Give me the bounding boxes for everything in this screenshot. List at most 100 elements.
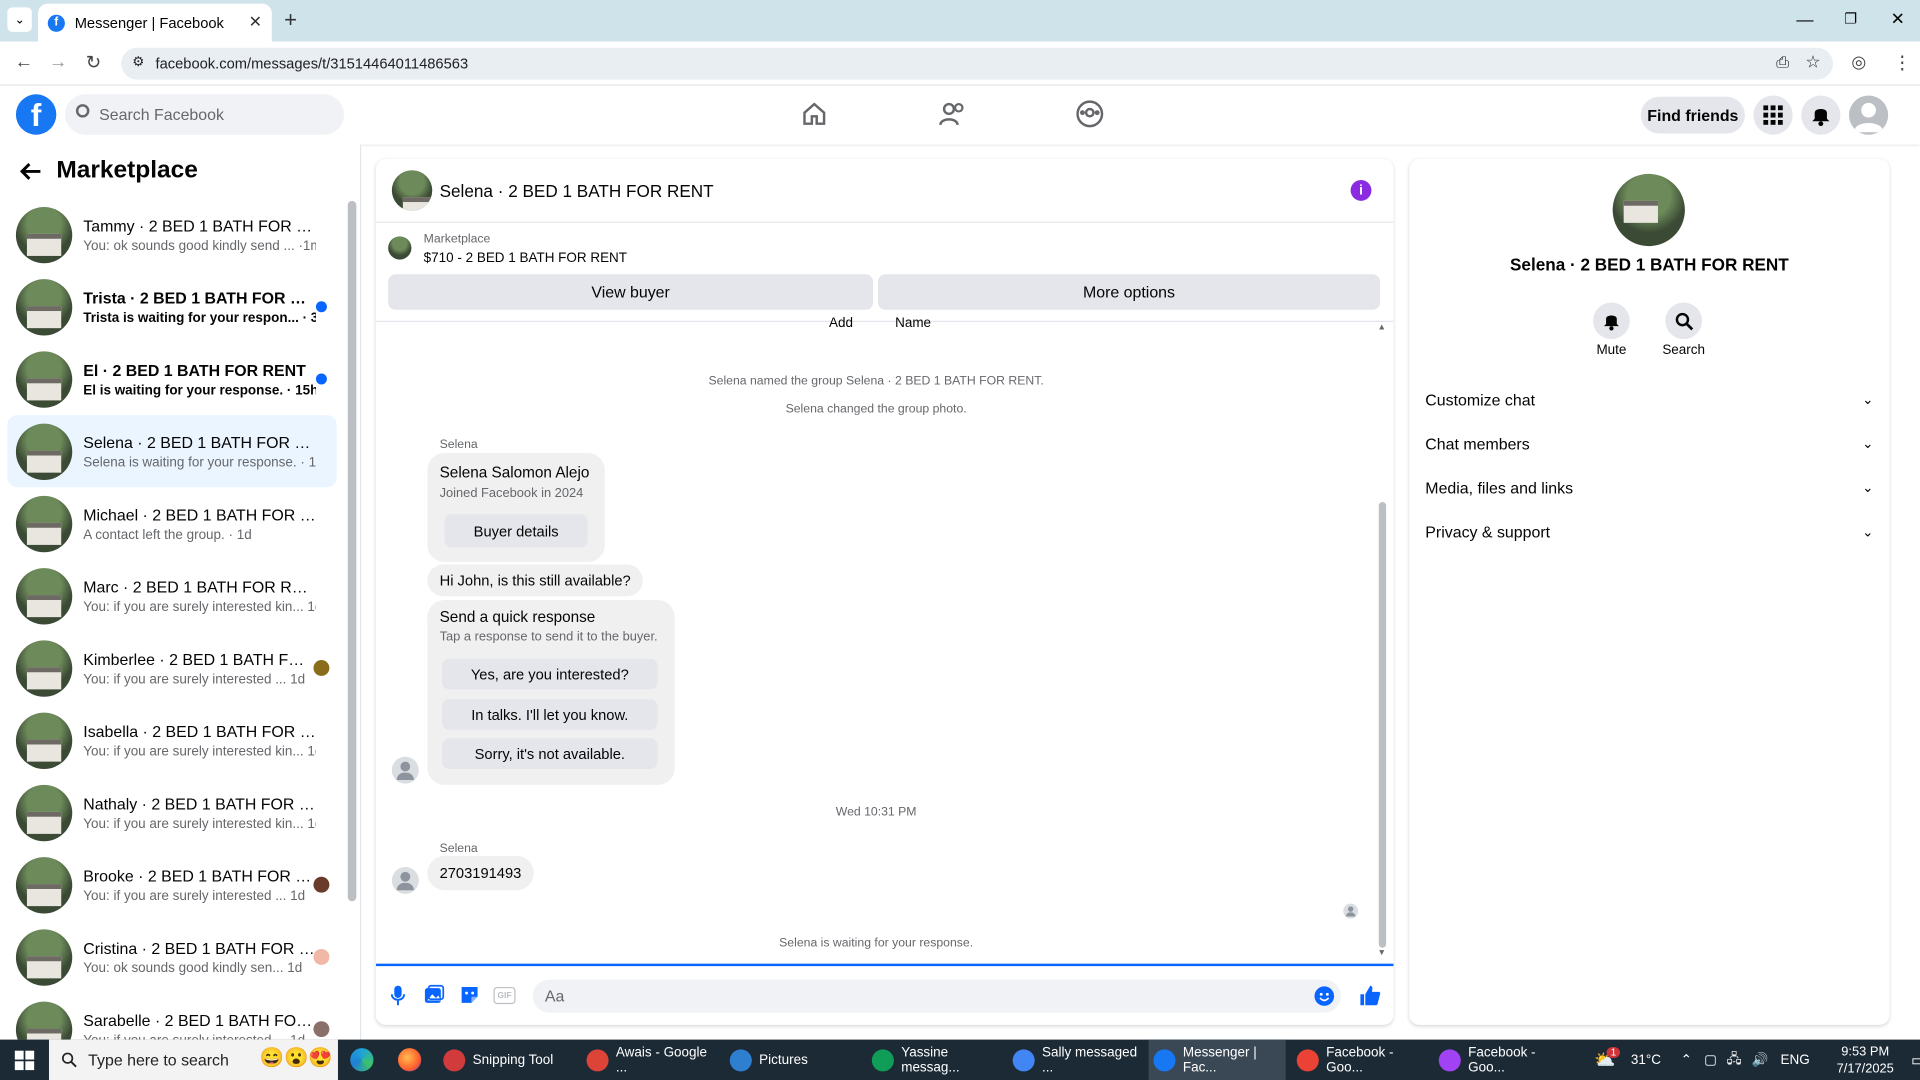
taskbar-app-button[interactable]: Snipping Tool [438, 1040, 575, 1080]
thread-scrollbar[interactable] [1378, 502, 1387, 948]
search-in-conversation-button[interactable] [1665, 302, 1703, 340]
taskbar-app-button[interactable]: Messenger | Fac... [1148, 1039, 1286, 1080]
conversation-info-icon[interactable]: i [1350, 180, 1372, 201]
home-icon[interactable] [801, 100, 828, 127]
tab-list-dropdown[interactable]: ⌄ [7, 7, 32, 32]
chat-members-section[interactable]: Chat members ⌄ [1425, 425, 1873, 462]
language-indicator[interactable]: ENG [1780, 1052, 1809, 1067]
quick-reply-in-talks-button[interactable]: In talks. I'll let you know. [442, 699, 658, 730]
view-buyer-button[interactable]: View buyer [388, 274, 874, 310]
buyer-details-button[interactable]: Buyer details [444, 514, 588, 548]
taskbar-app-button[interactable]: Sally messaged ... [1008, 1040, 1145, 1080]
quick-reply-yes-button[interactable]: Yes, are you interested? [442, 658, 658, 690]
conversation-item[interactable]: Brooke · 2 BED 1 BATH FOR R... You: if yo… [7, 849, 336, 921]
clock[interactable]: 9:53 PM 7/17/2025 [1837, 1043, 1894, 1077]
facebook-logo[interactable]: f [15, 94, 57, 135]
conversation-preview-text: A contact left the group. [83, 527, 225, 542]
conversation-time: 1d [307, 816, 316, 831]
volume-icon[interactable]: 🔊 [1751, 1052, 1768, 1068]
thumbs-up-icon[interactable] [1359, 984, 1381, 1006]
network-icon[interactable]: 🖧 [1727, 1048, 1742, 1071]
bookmark-star-icon[interactable]: ☆ [1805, 51, 1820, 72]
gif-button[interactable]: GIF [493, 986, 516, 1005]
profile-icon[interactable]: ◎ [1851, 51, 1866, 72]
conversation-item[interactable]: Selena · 2 BED 1 BATH FOR RENT Selena is … [7, 415, 337, 488]
conversation-item[interactable]: El · 2 BED 1 BATH FOR RENT El is waiting … [7, 343, 336, 415]
sticker-icon[interactable] [459, 984, 480, 1005]
minimize-window-button[interactable]: — [1796, 10, 1813, 30]
conversation-item[interactable]: Cristina · 2 BED 1 BATH FOR R... You: ok … [7, 921, 336, 993]
edge-browser-icon[interactable] [350, 1048, 374, 1072]
quick-reply-not-available-button[interactable]: Sorry, it's not available. [442, 738, 658, 769]
conversation-item[interactable]: Sarabelle · 2 BED 1 BATH FOR ... You: if … [7, 993, 336, 1040]
meet-now-icon[interactable]: ▢ [1704, 1052, 1717, 1068]
photo-attach-icon[interactable] [424, 984, 445, 1005]
conversation-item[interactable]: Kimberlee · 2 BED 1 BATH FOR... You: if y… [7, 632, 336, 704]
taskbar-app-button[interactable]: Yassine messag... [867, 1040, 1004, 1080]
privacy-support-section[interactable]: Privacy & support ⌄ [1425, 513, 1873, 550]
close-window-button[interactable]: ✕ [1891, 9, 1905, 30]
taskbar-app-button[interactable]: Facebook - Goo... [1292, 1040, 1429, 1080]
chat-title[interactable]: Selena · 2 BED 1 BATH FOR RENT [440, 181, 714, 201]
conversation-item[interactable]: Michael · 2 BED 1 BATH FOR RENT A contact… [7, 487, 336, 559]
sender-avatar-icon [391, 756, 419, 784]
browser-menu-icon[interactable]: ⋮ [1893, 51, 1911, 74]
app-icon [729, 1048, 752, 1071]
facebook-favicon-icon: f [47, 14, 65, 32]
close-tab-icon[interactable]: ✕ [249, 12, 262, 32]
mute-button[interactable] [1593, 302, 1630, 340]
notifications-button[interactable] [1801, 95, 1841, 135]
hidden-icons-chevron-icon[interactable]: ⌃ [1681, 1052, 1692, 1068]
message-input[interactable]: Aa [532, 979, 1341, 1013]
conversation-item[interactable]: Trista · 2 BED 1 BATH FOR RENT Trista is … [7, 271, 336, 343]
groups-icon[interactable] [1075, 99, 1104, 128]
friends-icon[interactable] [938, 100, 967, 127]
find-friends-button[interactable]: Find friends [1640, 96, 1745, 134]
taskbar-app-button[interactable]: Pictures [725, 1040, 862, 1080]
listing-title[interactable]: $710 - 2 BED 1 BATH FOR RENT [424, 251, 627, 266]
microphone-icon[interactable] [390, 984, 406, 1006]
more-options-button[interactable]: More options [877, 274, 1381, 310]
menu-grid-button[interactable] [1753, 95, 1793, 135]
firefox-icon[interactable] [397, 1048, 422, 1072]
clock-time: 9:53 PM [1841, 1043, 1890, 1059]
windows-start-icon[interactable] [14, 1050, 35, 1071]
taskbar-app-button[interactable]: Facebook - Goo... [1434, 1040, 1571, 1080]
conversation-preview: Selena is waiting for your response. · 1… [83, 455, 316, 470]
restore-window-button[interactable]: ❐ [1844, 10, 1857, 27]
chevron-down-icon: ⌄ [1862, 524, 1874, 540]
conversation-avatar [15, 856, 73, 913]
group-avatar[interactable] [391, 170, 433, 211]
conversation-item[interactable]: Marc · 2 BED 1 BATH FOR RENT You: if you … [7, 560, 336, 632]
notification-center-icon[interactable]: ▭ [1911, 1050, 1920, 1070]
taskbar-app-button[interactable]: Awais - Google ... [582, 1040, 719, 1080]
back-arrow-icon[interactable] [19, 162, 42, 182]
forward-arrow-icon[interactable]: → [49, 51, 67, 72]
thread-scroll-down-arrow[interactable]: ▼ [1378, 949, 1386, 958]
conversation-item[interactable]: Tammy · 2 BED 1 BATH FOR RENT You: ok sou… [7, 198, 336, 270]
thread-scroll-up-arrow[interactable]: ▲ [1378, 323, 1386, 332]
taskbar-search-input[interactable]: Type here to search 😄😮😍 [48, 1039, 338, 1080]
listing-thumbnail[interactable] [388, 236, 412, 260]
taskbar-app-label: Messenger | Fac... [1182, 1045, 1257, 1075]
reload-icon[interactable]: ↻ [86, 51, 101, 74]
new-tab-button[interactable]: + [284, 7, 297, 33]
media-files-links-section[interactable]: Media, files and links ⌄ [1425, 469, 1873, 506]
customize-chat-section[interactable]: Customize chat ⌄ [1425, 381, 1873, 418]
install-app-icon[interactable]: ⎙ [1776, 53, 1789, 73]
back-arrow-icon[interactable]: ← [15, 51, 33, 72]
browser-tab[interactable]: f Messenger | Facebook ✕ [37, 3, 272, 42]
conversation-item[interactable]: Nathaly · 2 BED 1 BATH FOR RENT You: if y… [7, 776, 336, 848]
account-avatar[interactable] [1848, 95, 1889, 135]
conversation-name: Cristina · 2 BED 1 BATH FOR R... [83, 938, 316, 957]
site-info-icon[interactable]: ⚙ [132, 54, 144, 70]
sidebar-scrollbar[interactable] [347, 200, 357, 902]
group-large-avatar[interactable] [1612, 173, 1685, 247]
facebook-search-input[interactable]: Search Facebook [64, 94, 345, 135]
address-bar[interactable]: ⚙ facebook.com/messages/t/31514464011486… [121, 47, 1834, 80]
app-icon [871, 1048, 894, 1071]
weather-temperature[interactable]: 31°C [1631, 1052, 1661, 1067]
conversation-item[interactable]: Isabella · 2 BED 1 BATH FOR RENT You: if … [7, 704, 336, 776]
emoji-icon[interactable] [1314, 986, 1335, 1007]
taskbar-app-label: Facebook - Goo... [1326, 1045, 1394, 1075]
